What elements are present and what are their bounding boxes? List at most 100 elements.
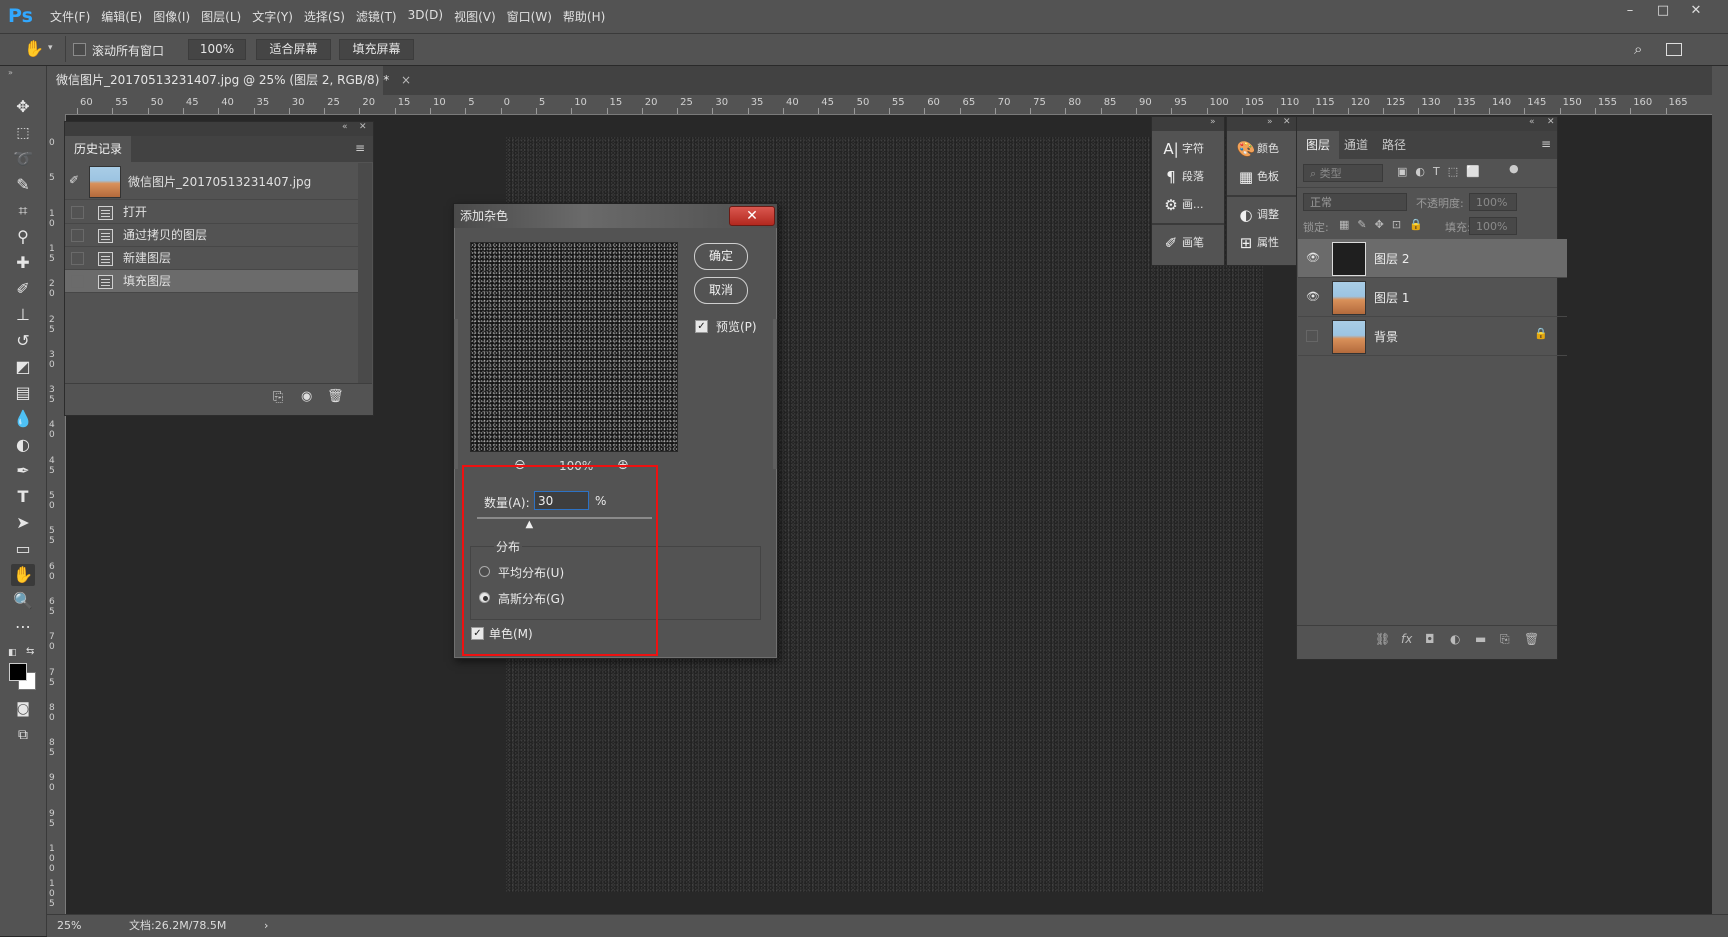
dodge-tool-icon[interactable]: ◐ [11,434,35,456]
delete-layer-icon[interactable]: 🗑 [1524,632,1539,646]
eye-icon[interactable]: 👁 [1306,291,1320,303]
lasso-tool-icon[interactable]: ➰ [11,148,35,170]
link-layers-icon[interactable]: ⛓ [1375,632,1390,646]
paragraph-panel-button[interactable]: ¶ 段落 [1160,165,1204,189]
blend-mode-select[interactable]: 正常 [1303,193,1407,211]
layer-filter-icons[interactable]: ▣◐T⬚⬜ [1397,165,1488,178]
menu-select[interactable]: 选择(S) [304,8,356,25]
default-colors-icon[interactable]: ◧ [8,648,17,658]
document-tab[interactable]: 微信图片_20170513231407.jpg @ 25% (图层 2, RGB… [47,66,411,95]
menu-filter[interactable]: 滤镜(T) [356,8,408,25]
document-tab-close-button[interactable]: × [401,73,411,87]
history-snapshot[interactable]: ✐ 微信图片_20170513231407.jpg [65,163,358,200]
fill-screen-button[interactable]: 填充屏幕 [339,39,414,60]
status-zoom[interactable]: 25% [57,915,81,937]
hidden-visibility-box[interactable] [1306,330,1318,342]
menu-3d[interactable]: 3D(D) [408,8,454,25]
layer-style-icon[interactable]: fx [1401,632,1412,646]
dock-collapse-icon[interactable]: » [1210,117,1216,127]
properties-panel-button[interactable]: ⊞ 属性 [1235,231,1279,255]
tab-paths[interactable]: 路径 [1373,131,1415,159]
character-panel-button[interactable]: A| 字符 [1160,137,1204,161]
quick-mask-icon[interactable]: ◙ [11,698,35,720]
hand-tool-icon[interactable]: ✋ [11,564,35,586]
gradient-tool-icon[interactable]: ▤ [11,382,35,404]
zoom-tool-icon[interactable]: 🔍 [11,590,35,612]
quick-select-tool-icon[interactable]: ✎ [11,174,35,196]
preview-checkbox[interactable]: ✓ [695,320,708,333]
history-menu-icon[interactable]: ≡ [355,141,365,155]
layer-row[interactable]: 👁 图层 1 [1298,278,1567,317]
scroll-all-windows-checkbox[interactable] [73,43,86,56]
layer-filter-kind[interactable]: ⌕ 类型 [1303,164,1383,182]
tab-history[interactable]: 历史记录 [65,136,132,162]
history-collapse-icon[interactable]: « [342,122,348,132]
move-tool-icon[interactable]: ✥ [11,96,35,118]
history-close-icon[interactable]: ✕ [359,122,367,132]
menu-window[interactable]: 窗口(W) [507,8,563,25]
history-brush-tool-icon[interactable]: ↺ [11,330,35,352]
swatches-panel-button[interactable]: ▦ 色板 [1235,165,1279,189]
layers-menu-icon[interactable]: ≡ [1541,137,1551,151]
color-panel-button[interactable]: 🎨 颜色 [1235,137,1279,161]
minimize-button[interactable]: – [1617,3,1643,21]
close-window-button[interactable]: ✕ [1683,3,1709,21]
horizontal-ruler[interactable]: 60 55 50 45 40 35 30 25 20 15 10 5 0 5 10 15 20 25 30 35 40 4… [65,95,1728,115]
hand-tool-icon[interactable]: ✋ [24,39,44,58]
rectangle-tool-icon[interactable]: ▭ [11,538,35,560]
dock-close-icon[interactable]: ✕ [1283,117,1291,127]
opacity-input[interactable]: 100% [1469,193,1517,211]
fill-input[interactable]: 100% [1469,217,1517,235]
brush-panel-button[interactable]: ✐ 画笔 [1160,231,1204,255]
tab-layers[interactable]: 图层 [1297,131,1340,159]
type-tool-icon[interactable]: T [11,486,35,508]
camera-icon[interactable]: ◉ [301,389,312,404]
menu-view[interactable]: 视图(V) [454,8,507,25]
menu-edit[interactable]: 编辑(E) [101,8,153,25]
menu-help[interactable]: 帮助(H) [563,8,616,25]
filter-toggle-icon[interactable]: ● [1509,162,1519,175]
history-scrollbar[interactable] [358,163,372,383]
new-group-icon[interactable]: ▬ [1475,632,1486,646]
fit-screen-button[interactable]: 适合屏幕 [256,39,331,60]
layer-mask-icon[interactable]: ◘ [1425,632,1435,646]
layer-row[interactable]: 👁 图层 2 [1298,239,1567,278]
new-layer-icon[interactable]: ⎘ [1500,632,1510,647]
path-selection-tool-icon[interactable]: ➤ [11,512,35,534]
menu-type[interactable]: 文字(Y) [252,8,304,25]
workspace-icon[interactable] [1666,43,1682,56]
history-checkbox[interactable] [71,206,84,219]
history-item-selected[interactable]: 填充图层 [65,270,358,293]
search-icon[interactable]: ⌕ [1634,40,1642,58]
eye-icon[interactable]: 👁 [1306,252,1320,264]
menu-layer[interactable]: 图层(L) [201,8,252,25]
layer-row[interactable]: 背景 🔒 [1298,317,1567,356]
ok-button[interactable]: 确定 [694,243,748,270]
zoom-100-button[interactable]: 100% [188,39,246,60]
adjustment-layer-icon[interactable]: ◐ [1450,632,1460,646]
trash-icon[interactable]: 🗑 [327,389,344,404]
eyedropper-tool-icon[interactable]: ⚲ [11,226,35,248]
maximize-button[interactable]: □ [1650,3,1676,21]
brush-settings-panel-button[interactable]: ⚙ 画... [1160,193,1203,217]
adjustments-panel-button[interactable]: ◐ 调整 [1235,203,1279,227]
menu-image[interactable]: 图像(I) [153,8,201,25]
healing-brush-tool-icon[interactable]: ✚ [11,252,35,274]
tool-preset-chevron-icon[interactable]: ▾ [48,43,53,53]
tab-channels[interactable]: 通道 [1335,131,1377,159]
collapse-toolbar-icon[interactable]: » [8,68,13,77]
filter-preview[interactable] [470,242,678,452]
history-item[interactable]: 新建图层 [65,247,358,270]
cancel-button[interactable]: 取消 [694,277,748,304]
layers-close-icon[interactable]: ✕ [1547,117,1555,127]
lock-icons[interactable]: ▦✎✥⊡🔒 [1339,218,1431,231]
swap-colors-icon[interactable]: ⇆ [26,646,34,657]
history-item[interactable]: 打开 [65,201,358,224]
clone-stamp-tool-icon[interactable]: ⊥ [11,304,35,326]
status-menu-arrow-icon[interactable]: › [264,915,268,937]
foreground-color-swatch[interactable] [9,663,27,681]
screen-mode-icon[interactable]: ⧉ [11,724,35,746]
history-checkbox[interactable] [71,275,84,288]
history-checkbox[interactable] [71,229,84,242]
menu-file[interactable]: 文件(F) [50,8,101,25]
